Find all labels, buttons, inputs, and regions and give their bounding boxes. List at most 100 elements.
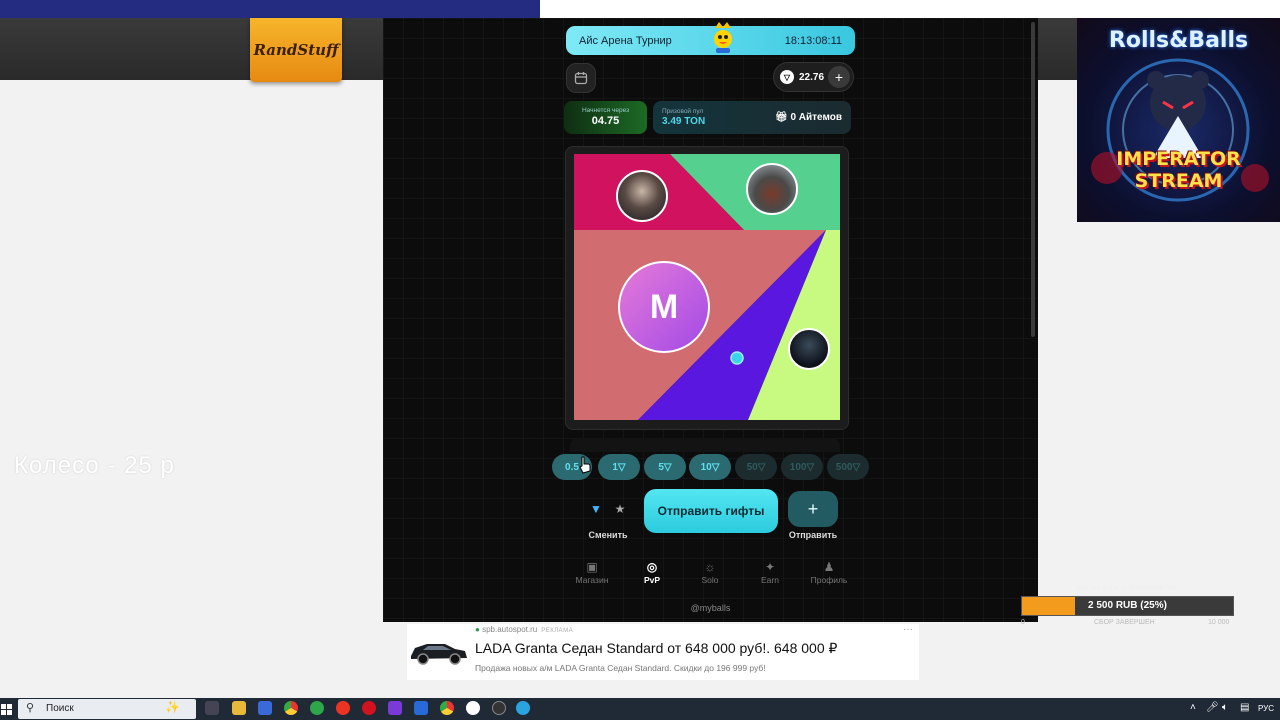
add-label: Отправить — [788, 530, 838, 540]
nav-earn[interactable]: ✦ Earn — [745, 560, 795, 585]
switch-label: Сменить — [588, 530, 628, 540]
banner-timer: 18:13:08:11 — [784, 34, 842, 47]
nav-label: PvP — [643, 575, 661, 585]
ad-domain-text: spb.autospot.ru — [482, 625, 538, 634]
solo-icon: ☼ — [704, 560, 716, 574]
donation-goal-title: НА ВЕБКУ И МИКРОФОН — [1077, 583, 1178, 592]
pool-items-count: 0 Айтемов — [790, 112, 842, 123]
ad-description: Продажа новых а/м LADA Granta Седан Stan… — [475, 663, 766, 673]
countdown-label: Начнется через — [581, 107, 630, 114]
ad-title[interactable]: LADA Granta Седан Standard от 648 000 ру… — [475, 640, 837, 657]
top-up-button[interactable]: + — [828, 66, 850, 88]
profile-icon: ♟ — [823, 560, 835, 574]
bet-chip-500[interactable]: 500 ▽ — [827, 454, 869, 480]
ton-icon: ▽ — [711, 461, 720, 473]
donation-min: 0 — [1021, 619, 1025, 626]
site-logo-text: RandStuff — [253, 41, 339, 59]
volume-icon[interactable]: 🔈︎ — [1222, 702, 1228, 713]
nav-profile[interactable]: ♟ Профиль — [804, 560, 854, 585]
site-logo[interactable]: RandStuff — [250, 18, 342, 82]
add-button[interactable]: + — [788, 491, 838, 527]
wheel-price-overlay: Колесо - 25 р — [14, 452, 175, 479]
bet-chip-100[interactable]: 100 ▽ — [781, 454, 823, 480]
mail-icon[interactable] — [414, 701, 428, 715]
stream-logo-title: Rolls&Balls — [1108, 28, 1249, 53]
telegram-icon[interactable] — [516, 701, 530, 715]
banner-title: Айс Арена Турнир — [579, 34, 672, 47]
app-icon[interactable] — [388, 701, 402, 715]
network-icon[interactable]: ▤ — [1240, 702, 1249, 713]
file-explorer-icon[interactable] — [232, 701, 246, 715]
pool-value: 3.49 TON — [662, 116, 706, 127]
bet-panel-top — [570, 438, 840, 452]
send-gifts-button[interactable]: Отправить гифты — [644, 489, 778, 533]
store-icon[interactable] — [258, 701, 272, 715]
yandex-icon[interactable] — [336, 701, 350, 715]
nav-shop[interactable]: ▣ Магазин — [567, 560, 617, 585]
scrollbar[interactable] — [1031, 22, 1035, 337]
bet-chip-label: 10 — [700, 461, 712, 473]
ad-banner[interactable]: ● spb.autospot.ru РЕКЛАМА LADA Granta Сед… — [407, 624, 919, 680]
countdown-value: 04.75 — [591, 115, 620, 127]
ton-icon: ▽ — [852, 461, 861, 473]
player-avatar-main[interactable]: M — [618, 261, 710, 353]
player-avatar-1[interactable] — [616, 170, 668, 222]
microphone-icon[interactable]: 🎤︎ — [1206, 702, 1219, 713]
ton-icon: ▽ — [617, 461, 626, 473]
cursor-pointer-icon — [579, 456, 591, 474]
balance-pill: ▽ 22.76 + — [773, 62, 854, 92]
nav-pvp[interactable]: ◎ PvP — [627, 560, 677, 585]
nav-label: Solo — [701, 575, 719, 585]
pvp-icon: ◎ — [646, 560, 658, 574]
opera-icon[interactable] — [362, 701, 376, 715]
chrome-icon[interactable] — [284, 701, 298, 715]
chevron-up-icon[interactable]: ˄ — [1190, 702, 1196, 713]
bet-chip-50[interactable]: 50 ▽ — [735, 454, 777, 480]
obs-icon[interactable] — [492, 701, 506, 715]
stream-logo: Rolls&Balls IMPERATOR STREAM — [1077, 18, 1280, 222]
pool-label: Призовой пул — [662, 108, 704, 115]
game-board — [574, 154, 840, 420]
ton-icon: ▽ — [663, 461, 672, 473]
ton-icon: ▽ — [757, 461, 766, 473]
bet-chip-label: 0.5 — [565, 461, 579, 473]
tournament-banner[interactable]: Айс Арена Турнир 18:13:08:11 — [566, 22, 855, 55]
currency-switch[interactable]: ▼ ★ — [584, 496, 632, 522]
calendar-button[interactable] — [566, 63, 596, 93]
pool-items: 🎁︎ 0 Айтемов — [775, 112, 842, 123]
donation-status: СБОР ЗАВЕРШЕН — [1094, 619, 1155, 626]
nav-solo[interactable]: ☼ Solo — [685, 560, 735, 585]
bet-chip-1[interactable]: 1 ▽ — [598, 454, 640, 480]
gift-icon: 🎁︎ — [774, 112, 791, 123]
yandex-browser-icon[interactable] — [466, 701, 480, 715]
task-view-icon[interactable] — [205, 701, 219, 715]
star-icon[interactable]: ★ — [608, 496, 632, 522]
donation-max: 10 000 — [1208, 619, 1230, 626]
windows-start-icon[interactable] — [0, 700, 14, 718]
shop-icon: ▣ — [586, 560, 598, 574]
taskbar-search-placeholder: Поиск — [46, 703, 74, 714]
browser-icon[interactable] — [310, 701, 324, 715]
player-avatar-2[interactable] — [746, 163, 798, 215]
bet-chip-label: 50 — [746, 461, 758, 473]
duck-mascot-icon — [714, 22, 732, 53]
search-icon: ⚲ — [26, 702, 35, 714]
avatar-letter: M — [649, 287, 679, 326]
ad-domain[interactable]: ● spb.autospot.ru РЕКЛАМА — [475, 625, 573, 634]
browser-2-icon[interactable] — [440, 701, 454, 715]
calendar-icon — [574, 72, 588, 85]
balance-amount: 22.76 — [799, 71, 825, 83]
stream-logo-subtitle-1: IMPERATOR — [1116, 148, 1241, 170]
player-avatar-4[interactable] — [788, 328, 830, 370]
stream-logo-subtitle-2: STREAM — [1134, 170, 1223, 192]
ton-icon: ▽ — [780, 70, 794, 84]
bet-chip-5[interactable]: 5 ▽ — [644, 454, 686, 480]
ton-icon[interactable]: ▼ — [584, 496, 608, 522]
language-indicator[interactable]: РУС — [1258, 704, 1274, 713]
ball-marker — [730, 351, 744, 365]
earn-icon: ✦ — [764, 560, 776, 574]
car-image — [411, 644, 467, 665]
bet-chip-label: 500 — [835, 461, 853, 473]
bet-chip-10[interactable]: 10 ▽ — [689, 454, 731, 480]
ad-more-button[interactable]: ··· — [903, 624, 913, 635]
